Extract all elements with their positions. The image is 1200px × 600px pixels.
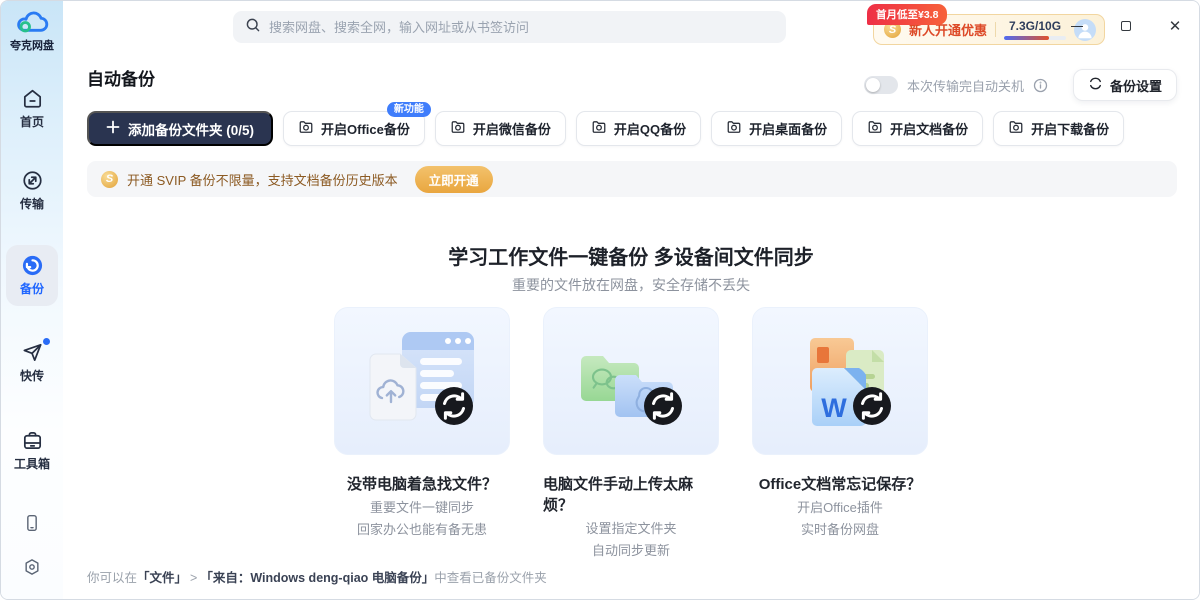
toolbox-icon bbox=[21, 429, 44, 452]
svip-coin-icon: S bbox=[101, 171, 118, 188]
storage-progress-track bbox=[1004, 36, 1066, 40]
gear-icon bbox=[22, 564, 42, 581]
window-controls: ✕ bbox=[1069, 16, 1183, 36]
search-icon bbox=[245, 17, 261, 38]
add-backup-folder-button[interactable]: 添加备份文件夹 (0/5) bbox=[87, 111, 273, 146]
svip-banner: S 开通 SVIP 备份不限量，支持文档备份历史版本 立即开通 bbox=[87, 161, 1177, 197]
backup-folder-icon bbox=[726, 119, 742, 138]
sidebar-item-home[interactable]: 首页 bbox=[6, 87, 58, 130]
footer-path-files: 「文件」 bbox=[137, 571, 187, 585]
card-line: 回家办公也能有备无患 bbox=[357, 523, 487, 537]
storage-usage-text: 7.3G/10G bbox=[1009, 20, 1061, 32]
feature-card-auto-upload: 电脑文件手动上传太麻烦？ 设置指定文件夹 自动同步更新 bbox=[543, 307, 719, 558]
card-title: 电脑文件手动上传太麻烦？ bbox=[543, 473, 719, 515]
sidebar-item-label: 传输 bbox=[6, 195, 58, 212]
quark-cloud-logo-icon bbox=[1, 9, 63, 36]
quick-send-icon bbox=[21, 341, 44, 364]
card-line: 开启Office插件 bbox=[797, 501, 883, 515]
refresh-circle-icon bbox=[1088, 76, 1103, 94]
sidebar-item-label: 备份 bbox=[6, 280, 58, 297]
divider bbox=[995, 22, 996, 37]
backup-folder-icon bbox=[591, 119, 607, 138]
card-illustration-folders bbox=[543, 307, 719, 455]
close-button[interactable]: ✕ bbox=[1167, 18, 1183, 34]
sidebar-item-transfer[interactable]: 传输 bbox=[6, 169, 58, 212]
page-title: 自动备份 bbox=[87, 65, 155, 90]
main-content: 自动备份 本次传输完自动关机 备份设置 bbox=[63, 53, 1199, 599]
word-letter: W bbox=[821, 393, 847, 423]
plus-icon bbox=[106, 120, 120, 137]
sidebar: 夸克网盘 首页 传输 bbox=[1, 1, 63, 599]
quark-netdisk-window: 夸克网盘 首页 传输 bbox=[0, 0, 1200, 600]
footer-separator: > bbox=[190, 571, 197, 585]
minimize-button[interactable] bbox=[1069, 18, 1085, 34]
auto-shutdown-toggle[interactable] bbox=[864, 76, 898, 94]
footer-path-backup: 「来自：Windows deng-qiao 电脑备份」 bbox=[200, 571, 434, 585]
sidebar-item-quick-send[interactable]: 快传 bbox=[6, 341, 58, 384]
card-line: 实时备份网盘 bbox=[801, 523, 879, 537]
hero-subtitle: 重要的文件放在网盘，安全存储不丢失 bbox=[63, 275, 1199, 295]
backup-folder-icon bbox=[867, 119, 883, 138]
feature-cards: 没带电脑着急找文件？ 重要文件一键同步 回家办公也能有备无患 bbox=[63, 307, 1199, 558]
card-line: 自动同步更新 bbox=[592, 544, 670, 558]
phone-icon bbox=[22, 520, 42, 537]
card-line: 重要文件一键同步 bbox=[370, 501, 474, 515]
sidebar-phone-button[interactable] bbox=[1, 513, 63, 538]
sidebar-item-label: 首页 bbox=[6, 113, 58, 130]
card-line: 设置指定文件夹 bbox=[585, 522, 676, 536]
enable-desktop-backup-button[interactable]: 开启桌面备份 bbox=[711, 111, 842, 146]
auto-shutdown-label: 本次传输完自动关机 bbox=[907, 76, 1024, 95]
enable-wechat-backup-button[interactable]: 开启微信备份 bbox=[435, 111, 566, 146]
notification-dot bbox=[43, 338, 50, 345]
storage-progress-fill bbox=[1004, 36, 1049, 40]
feature-card-find-files: 没带电脑着急找文件？ 重要文件一键同步 回家办公也能有备无患 bbox=[334, 307, 510, 558]
new-feature-badge: 新功能 bbox=[387, 102, 431, 117]
storage-meter: 7.3G/10G bbox=[1004, 20, 1066, 40]
enable-downloads-backup-button[interactable]: 开启下载备份 bbox=[993, 111, 1124, 146]
backup-icon bbox=[21, 254, 44, 277]
card-title: 没带电脑着急找文件？ bbox=[347, 473, 497, 494]
backup-settings-button[interactable]: 备份设置 bbox=[1073, 69, 1177, 101]
app-logo-label: 夸克网盘 bbox=[1, 37, 63, 53]
svip-upgrade-button[interactable]: 立即开通 bbox=[415, 166, 493, 193]
sidebar-item-backup[interactable]: 备份 bbox=[6, 245, 58, 306]
app-logo[interactable]: 夸克网盘 bbox=[1, 9, 63, 53]
backup-folder-icon bbox=[1008, 119, 1024, 138]
card-title: Office文档常忘记保存？ bbox=[759, 473, 922, 494]
backup-folder-icon bbox=[298, 119, 314, 138]
enable-documents-backup-button[interactable]: 开启文档备份 bbox=[852, 111, 983, 146]
home-icon bbox=[21, 87, 44, 110]
enable-qq-backup-button[interactable]: 开启QQ备份 bbox=[576, 111, 701, 146]
feature-card-office-save: W Office文档常忘记保存？ 开启Office插件 实时备份网盘 bbox=[752, 307, 928, 558]
hero-title: 学习工作文件一键备份 多设备间文件同步 bbox=[63, 241, 1199, 270]
backup-folder-icon bbox=[450, 119, 466, 138]
transfer-icon bbox=[21, 169, 44, 192]
maximize-button[interactable] bbox=[1118, 18, 1134, 34]
sidebar-settings-button[interactable] bbox=[1, 557, 63, 582]
svip-banner-text: 开通 SVIP 备份不限量，支持文档备份历史版本 bbox=[127, 170, 398, 189]
footer-prefix: 你可以在 bbox=[87, 571, 137, 585]
card-illustration-office-docs: W bbox=[752, 307, 928, 455]
promo-ribbon: 首月低至¥3.8 bbox=[867, 4, 947, 25]
search-input[interactable] bbox=[269, 20, 774, 35]
header-controls: 本次传输完自动关机 备份设置 bbox=[864, 69, 1177, 101]
footer-hint: 你可以在「文件」>「来自：Windows deng-qiao 电脑备份」中查看已… bbox=[87, 567, 547, 586]
card-illustration-browser-doc bbox=[334, 307, 510, 455]
sidebar-item-label: 工具箱 bbox=[6, 455, 58, 472]
topbar: 首月低至¥3.8 S 新人开通优惠 7.3G/10G ✕ bbox=[63, 1, 1199, 53]
sidebar-item-toolbox[interactable]: 工具箱 bbox=[6, 429, 58, 472]
search-bar[interactable] bbox=[233, 11, 786, 43]
footer-suffix: 中查看已备份文件夹 bbox=[434, 571, 547, 585]
info-icon[interactable] bbox=[1033, 78, 1048, 93]
sidebar-item-label: 快传 bbox=[6, 367, 58, 384]
backup-action-row: 添加备份文件夹 (0/5) 新功能 开启Office备份 bbox=[87, 111, 1124, 146]
